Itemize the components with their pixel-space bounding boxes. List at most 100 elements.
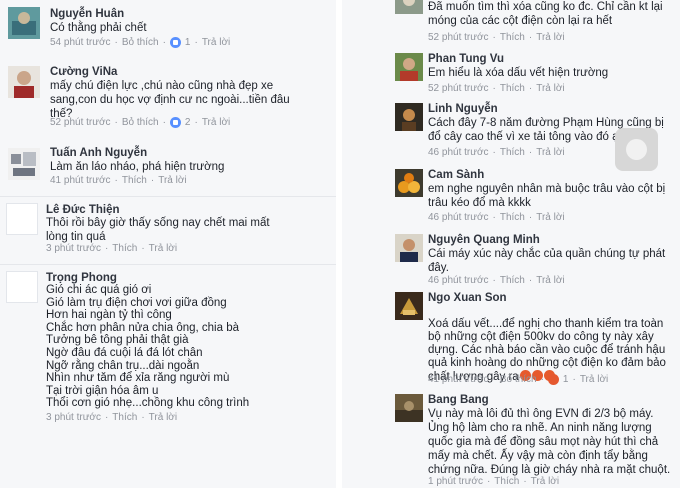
like-button[interactable]: Thích	[122, 175, 147, 186]
like-button[interactable]: Thích	[112, 243, 137, 254]
comment-actions: 1 phút trước · Thích · Trả lời	[428, 476, 559, 487]
comment-time[interactable]: 41 phút trước	[50, 175, 111, 186]
avatar[interactable]	[6, 203, 38, 235]
comment-item: Lê Đức Thiện Thôi rồi bây giờ thấy sống …	[0, 196, 336, 260]
comment-time[interactable]: 41 phút trước	[428, 374, 489, 385]
commenter-name[interactable]: Tuấn Anh Nguyễn	[50, 147, 147, 159]
separator-dot: ·	[114, 117, 118, 128]
like-button[interactable]: Thích	[500, 147, 525, 158]
comment-time[interactable]: 52 phút trước	[428, 32, 489, 43]
avatar[interactable]	[395, 53, 423, 81]
reply-button[interactable]: Trả lời	[536, 83, 564, 94]
separator-dot: ·	[150, 175, 155, 186]
comment-text: Cái máy xúc này chắc của quần chúng tự p…	[428, 248, 666, 274]
like-button[interactable]: Thích	[500, 32, 525, 43]
avatar[interactable]	[8, 7, 40, 39]
separator-dot: ·	[492, 374, 496, 385]
reply-button[interactable]: Trả lời	[149, 243, 177, 254]
like-count[interactable]: 1	[563, 374, 569, 385]
comments-panel-left: Nguyễn Huân Có thằng phải chết 54 phút t…	[0, 0, 336, 488]
avatar[interactable]	[8, 148, 40, 180]
commenter-name[interactable]: Nguyễn Huân	[50, 8, 124, 20]
comment-item: Trọng Phong Gió chi ác quá gió ơi Gió là…	[0, 264, 336, 434]
comment-actions: 3 phút trước · Thích · Trả lời	[46, 243, 177, 254]
commenter-name[interactable]: Cường ViNa	[50, 66, 117, 78]
avatar[interactable]	[395, 292, 423, 320]
like-button[interactable]: Thích	[500, 275, 525, 286]
comment-time[interactable]: 52 phút trước	[50, 117, 111, 128]
avatar[interactable]	[395, 0, 423, 14]
avatar[interactable]	[395, 234, 423, 262]
comment-actions: 46 phút trước · Thích · Trả lời	[428, 147, 565, 158]
commenter-name[interactable]: Bang Bang	[428, 394, 489, 406]
separator-dot: ·	[104, 243, 109, 254]
comment-time[interactable]: 46 phút trước	[428, 147, 489, 158]
comment-time[interactable]: 54 phút trước	[50, 37, 111, 48]
commenter-name[interactable]: Nguyên Quang Minh	[428, 234, 540, 246]
avatar[interactable]	[8, 66, 40, 98]
comment-item: Cường ViNa mấy chú điện lực ,chú nào cũn…	[0, 60, 336, 138]
reply-button[interactable]: Trả lời	[536, 147, 564, 158]
comment-text: Đã muốn tìm thì xóa cũng ko đc. Chỉ cần …	[428, 1, 663, 27]
commenter-name[interactable]: Phan Tung Vu	[428, 53, 504, 65]
unlike-button[interactable]: Bỏ thích	[500, 374, 537, 385]
reply-button[interactable]: Trả lời	[536, 275, 564, 286]
assistive-touch-button[interactable]	[615, 128, 658, 171]
separator-dot: ·	[540, 374, 544, 385]
comment-time[interactable]: 3 phút trước	[46, 243, 101, 254]
comment-time[interactable]: 1 phút trước	[428, 476, 483, 487]
reply-button[interactable]: Trả lời	[531, 476, 559, 487]
avatar[interactable]	[395, 394, 423, 422]
reply-button[interactable]: Trả lời	[202, 37, 230, 48]
comment-time[interactable]: 52 phút trước	[428, 83, 489, 94]
commenter-name[interactable]: Linh Nguyễn	[428, 103, 498, 115]
comment-text: Xoá dấu vết....để nghị cho thanh kiểm tr…	[428, 305, 666, 384]
separator-dot: ·	[528, 212, 533, 223]
comment-actions: 46 phút trước · Thích · Trả lời	[428, 275, 565, 286]
separator-dot: ·	[162, 37, 166, 48]
comment-item: Đã muốn tìm thì xóa cũng ko đc. Chỉ cần …	[342, 0, 680, 46]
reply-button[interactable]: Trả lời	[158, 175, 186, 186]
comment-item: Phan Tung Vu Em hiểu là xóa dấu vết hiện…	[342, 48, 680, 98]
comment-time[interactable]: 46 phút trước	[428, 275, 489, 286]
reply-button[interactable]: Trả lời	[202, 117, 230, 128]
like-count[interactable]: 1	[185, 37, 191, 48]
like-button[interactable]: Thích	[112, 412, 137, 423]
separator-dot: ·	[194, 37, 198, 48]
separator-dot: ·	[492, 212, 496, 223]
comment-text: Thôi rồi bây giờ thấy sống nay chết mai …	[46, 217, 270, 243]
avatar[interactable]	[395, 103, 423, 131]
like-button[interactable]: Thích	[500, 83, 525, 94]
commenter-name[interactable]: Ngo Xuan Son	[428, 292, 507, 304]
reply-button[interactable]: Trả lời	[149, 412, 177, 423]
separator-dot: ·	[492, 32, 496, 43]
like-count[interactable]: 2	[185, 117, 191, 128]
comment-text: Vụ này mà lôi đủ thì ông EVN đi 2/3 bộ m…	[428, 408, 671, 476]
comment-item: Tuấn Anh Nguyễn Làm ăn láo nháo, phá hiệ…	[0, 142, 336, 194]
unlike-button[interactable]: Bỏ thích	[122, 117, 159, 128]
commenter-name[interactable]: Trọng Phong	[46, 272, 117, 284]
comment-actions: 52 phút trước · Thích · Trả lời	[428, 83, 565, 94]
unlike-button[interactable]: Bỏ thích	[122, 37, 159, 48]
avatar[interactable]	[6, 271, 38, 303]
reply-button[interactable]: Trả lời	[580, 374, 608, 385]
haha-reaction-icon	[547, 374, 559, 385]
commenter-name[interactable]: Cam Sành	[428, 169, 484, 181]
thumbs-up-icon	[169, 117, 181, 128]
like-button[interactable]: Thích	[500, 212, 525, 223]
separator-dot: ·	[572, 374, 576, 385]
comment-text: Có thằng phải chết	[50, 22, 147, 34]
avatar[interactable]	[395, 169, 423, 197]
separator-dot: ·	[162, 117, 166, 128]
reply-button[interactable]: Trả lời	[536, 32, 564, 43]
separator-dot: ·	[528, 275, 533, 286]
comment-actions: 46 phút trước · Thích · Trả lời	[428, 212, 565, 223]
separator-dot: ·	[528, 32, 533, 43]
comment-item: Nguyên Quang Minh Cái máy xúc này chắc c…	[342, 228, 680, 286]
like-button[interactable]: Thích	[494, 476, 519, 487]
reply-button[interactable]: Trả lời	[536, 212, 564, 223]
comment-time[interactable]: 3 phút trước	[46, 412, 101, 423]
comment-time[interactable]: 46 phút trước	[428, 212, 489, 223]
commenter-name[interactable]: Lê Đức Thiện	[46, 204, 120, 216]
comment-actions: 54 phút trước · Bỏ thích · 1 · Trả lời	[50, 37, 230, 48]
